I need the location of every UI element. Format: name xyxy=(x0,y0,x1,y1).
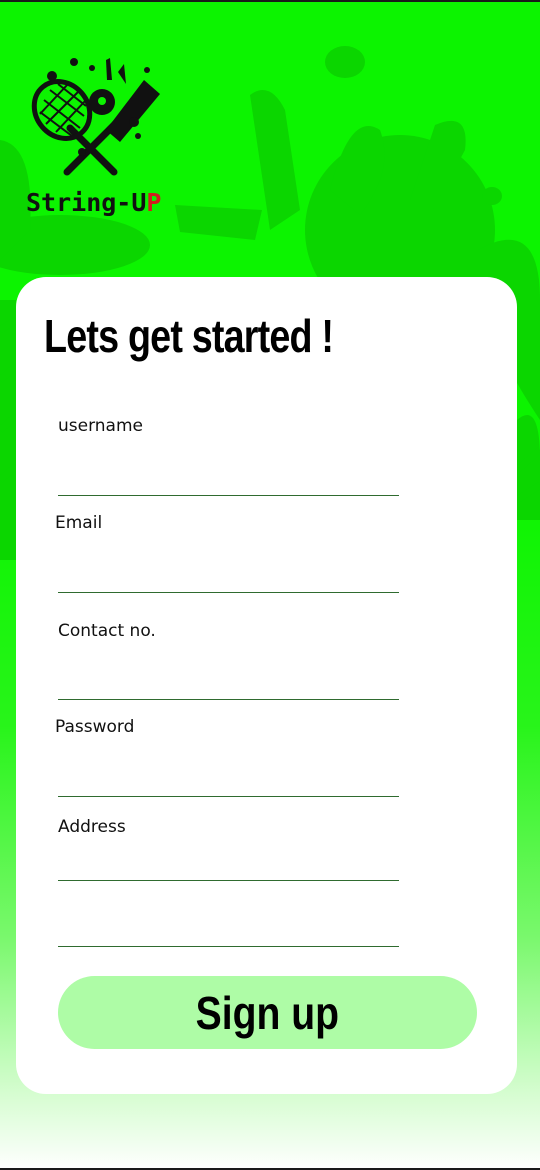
address-input-line-2[interactable] xyxy=(58,946,399,947)
app-logo: String-UP xyxy=(22,50,202,230)
signup-button-label: Sign up xyxy=(195,986,340,1039)
password-input[interactable] xyxy=(58,796,399,797)
brand-name: String-UP xyxy=(26,188,162,217)
address-label: Address xyxy=(58,817,126,837)
email-input[interactable] xyxy=(58,592,399,593)
brand-name-accent: P xyxy=(146,188,162,217)
signup-card: Lets get started ! username Email Contac… xyxy=(16,277,517,1094)
contact-input[interactable] xyxy=(58,699,399,700)
username-input[interactable] xyxy=(58,495,399,496)
email-label: Email xyxy=(55,513,103,533)
tennis-racket-cricket-bat-ball-icon xyxy=(31,58,160,176)
password-label: Password xyxy=(55,717,135,737)
contact-label: Contact no. xyxy=(58,621,156,641)
page-title: Lets get started ! xyxy=(44,310,334,362)
signup-button[interactable]: Sign up xyxy=(58,976,477,1049)
username-label: username xyxy=(58,416,143,436)
address-input-line-1[interactable] xyxy=(58,880,399,881)
